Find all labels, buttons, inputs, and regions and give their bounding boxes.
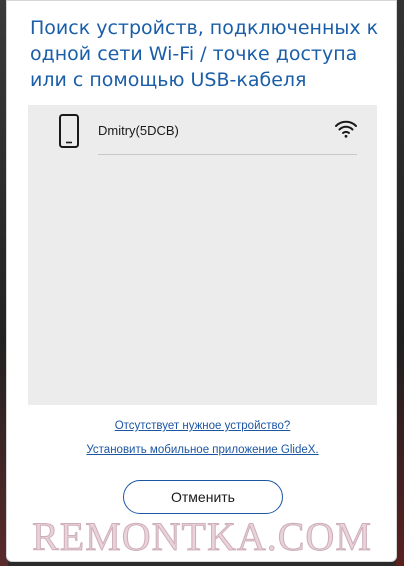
device-list: Dmitry(5DCB) [28, 105, 377, 405]
dialog-title: Поиск устройств, подключенных к одной се… [30, 17, 379, 91]
device-search-dialog: Поиск устройств, подключенных к одной се… [6, 0, 397, 562]
wifi-icon [335, 120, 357, 138]
install-app-link[interactable]: Установить мобильное приложение GlideX. [7, 444, 398, 456]
missing-device-link[interactable]: Отсутствует нужное устройство? [7, 420, 398, 432]
device-item[interactable]: Dmitry(5DCB) [28, 105, 377, 155]
device-row-divider [98, 154, 357, 155]
cancel-button[interactable]: Отменить [123, 480, 283, 514]
smartphone-icon [59, 114, 79, 148]
device-name: Dmitry(5DCB) [98, 123, 179, 138]
background-edge-right [396, 0, 404, 566]
